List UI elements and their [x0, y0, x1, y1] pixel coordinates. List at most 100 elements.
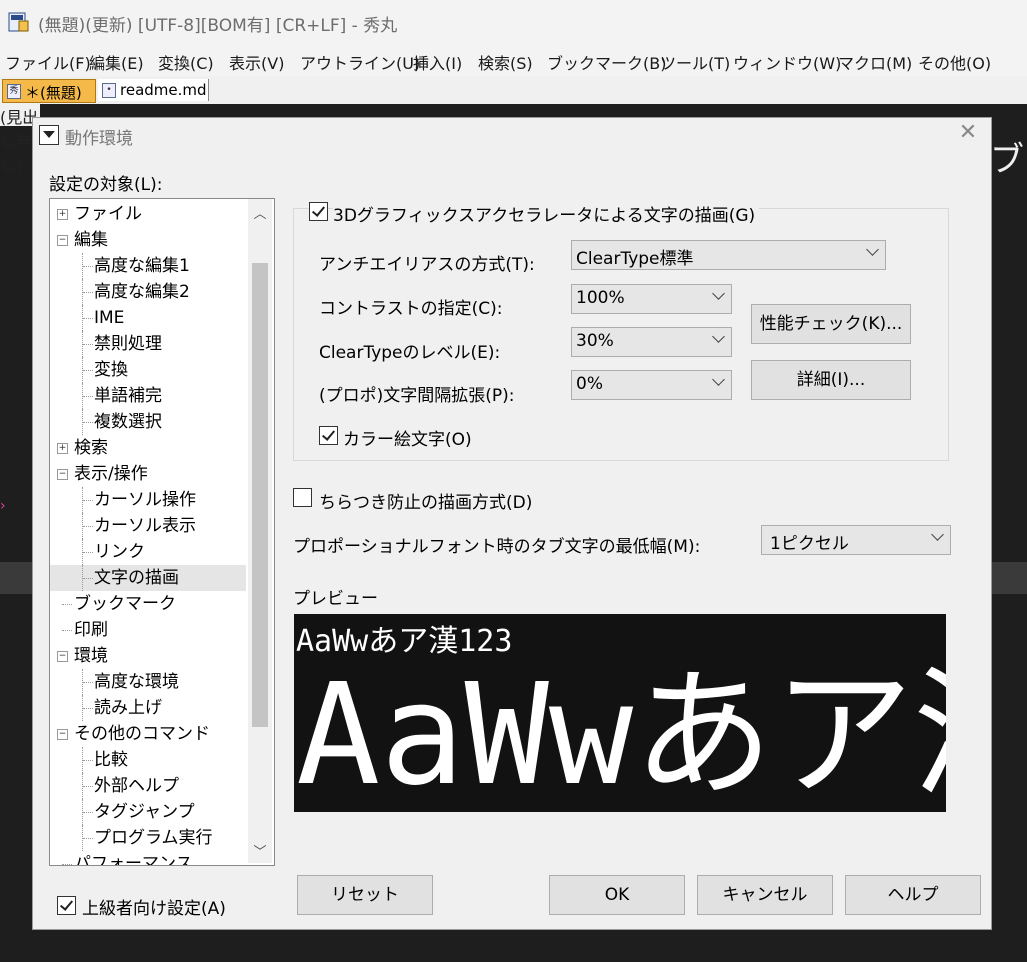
tree-item[interactable]: リンク — [50, 539, 246, 565]
tree-item[interactable]: 高度な編集1 — [50, 253, 246, 279]
tree-item-label: 単語補完 — [94, 386, 162, 406]
collapse-icon[interactable]: − — [57, 729, 68, 740]
tree-item[interactable]: IME — [50, 305, 246, 331]
menu-bar: ファイル(F) 編集(E) 変換(C) 表示(V) アウトライン(U) 挿入(I… — [0, 44, 1027, 76]
cleartype-level-value: 30% — [576, 331, 614, 351]
tab-readme[interactable]: • readme.md — [98, 79, 209, 101]
tree-item-label: 比較 — [94, 750, 128, 770]
contrast-select[interactable]: 100% — [571, 284, 732, 314]
antialias-select[interactable]: ClearType標準 — [571, 240, 886, 270]
perf-check-button[interactable]: 性能チェック(K)... — [751, 304, 911, 344]
settings-tree[interactable]: + ファイル − 編集高度な編集1 高度な編集2 IME 禁則処理変換単語補完複数選択 + 検索… — [49, 198, 275, 866]
cleartype-level-select[interactable]: 30% — [571, 327, 732, 357]
menu-tools[interactable]: ツール(T) — [660, 50, 730, 74]
advanced-label[interactable]: 上級者向け設定(A) — [82, 894, 226, 919]
tree-item[interactable]: タグジャンプ — [50, 799, 246, 825]
menu-bookmark[interactable]: ブックマーク(B) — [547, 50, 666, 74]
spacing-value: 0% — [576, 374, 603, 394]
spacing-label: (プロポ)文字間隔拡張(P): — [319, 386, 515, 406]
hw-accel-label[interactable]: 3Dグラフィックスアクセラレータによる文字の描画(G) — [333, 201, 760, 226]
tree-item[interactable]: 印刷 — [50, 617, 246, 643]
menu-insert[interactable]: 挿入(I) — [413, 50, 462, 74]
tree-connector — [83, 682, 93, 683]
tree-scrollbar[interactable]: ︿ ﹀ — [248, 199, 272, 863]
details-button[interactable]: 詳細(I)... — [751, 360, 911, 400]
menu-search[interactable]: 検索(S) — [478, 50, 533, 74]
tree-item-label: 高度な環境 — [94, 672, 179, 692]
menu-macro[interactable]: マクロ(M) — [838, 50, 912, 74]
spacing-select[interactable]: 0% — [571, 370, 732, 400]
tree-item[interactable]: 文字の描画 — [50, 565, 246, 591]
expand-icon[interactable]: + — [57, 443, 68, 454]
tree-item[interactable]: − 環境 — [50, 643, 246, 669]
menu-file[interactable]: ファイル(F) — [5, 50, 91, 74]
menu-window[interactable]: ウィンドウ(W) — [733, 50, 841, 74]
tree-item-label: パフォーマンス — [74, 854, 193, 866]
contrast-value: 100% — [576, 288, 625, 308]
tab-untitled[interactable]: 秀 ＊(無題) — [2, 79, 96, 103]
tree-item[interactable]: 禁則処理 — [50, 331, 246, 357]
tree-item[interactable]: ブックマーク — [50, 591, 246, 617]
collapse-icon[interactable]: − — [57, 235, 68, 246]
tree-item[interactable]: 読み上げ — [50, 695, 246, 721]
scroll-thumb[interactable] — [252, 263, 268, 727]
tree-item-label: 高度な編集1 — [94, 256, 190, 276]
tree-item[interactable]: 高度な編集2 — [50, 279, 246, 305]
reset-button[interactable]: リセット — [297, 875, 433, 915]
tree-item-label: ブックマーク — [74, 594, 176, 614]
collapse-icon[interactable]: − — [57, 469, 68, 480]
chevron-down-icon — [866, 243, 879, 256]
editor-background-text: ブ — [990, 140, 1024, 180]
close-icon[interactable]: ✕ — [956, 121, 980, 145]
advanced-checkbox[interactable] — [57, 896, 76, 915]
menu-view[interactable]: 表示(V) — [229, 50, 284, 74]
help-button[interactable]: ヘルプ — [845, 875, 981, 915]
tree-item[interactable]: カーソル表示 — [50, 513, 246, 539]
scroll-down-icon[interactable]: ﹀ — [248, 841, 272, 863]
menu-other[interactable]: その他(O) — [918, 50, 991, 74]
tab-min-width-select[interactable]: 1ピクセル — [761, 525, 951, 555]
antialias-label: アンチエイリアスの方式(T): — [319, 255, 535, 275]
tree-item-label: 禁則処理 — [94, 334, 162, 354]
chevron-down-icon — [712, 373, 725, 386]
tree-item[interactable]: + ファイル — [50, 201, 246, 227]
document-icon: 秀 — [7, 84, 21, 99]
chevron-down-icon — [712, 287, 725, 300]
tree-item[interactable]: 外部ヘルプ — [50, 773, 246, 799]
tree-item-label: その他のコマンド — [74, 724, 210, 744]
tree-item-label: 環境 — [74, 646, 108, 666]
tree-connector — [83, 526, 93, 527]
tree-item[interactable]: − その他のコマンド — [50, 721, 246, 747]
tree-item[interactable]: プログラム実行 — [50, 825, 246, 851]
contrast-label: コントラストの指定(C): — [319, 299, 503, 319]
collapse-icon[interactable]: − — [57, 651, 68, 662]
tree-item[interactable]: パフォーマンス — [50, 851, 246, 866]
hw-accel-checkbox[interactable] — [309, 202, 328, 221]
tree-item-label: 複数選択 — [94, 412, 162, 432]
color-emoji-label[interactable]: カラー絵文字(O) — [343, 425, 472, 450]
tree-item[interactable]: − 表示/操作 — [50, 461, 246, 487]
scroll-up-icon[interactable]: ︿ — [248, 203, 272, 225]
tree-item[interactable]: 高度な環境 — [50, 669, 246, 695]
system-menu-icon[interactable] — [39, 125, 59, 145]
tree-item[interactable]: 単語補完 — [50, 383, 246, 409]
tree-item[interactable]: 比較 — [50, 747, 246, 773]
tree-item[interactable]: + 検索 — [50, 435, 246, 461]
cancel-button[interactable]: キャンセル — [697, 875, 833, 915]
expand-icon[interactable]: + — [57, 209, 68, 220]
tree-item[interactable]: カーソル操作 — [50, 487, 246, 513]
tree-connector — [83, 292, 93, 293]
menu-convert[interactable]: 変換(C) — [158, 50, 214, 74]
tree-item[interactable]: 複数選択 — [50, 409, 246, 435]
tree-item-label: カーソル表示 — [94, 516, 196, 536]
menu-edit[interactable]: 編集(E) — [89, 50, 144, 74]
tree-item[interactable]: 変換 — [50, 357, 246, 383]
ok-button[interactable]: OK — [549, 875, 685, 915]
color-emoji-checkbox[interactable] — [319, 426, 338, 445]
tree-item[interactable]: − 編集 — [50, 227, 246, 253]
menu-outline[interactable]: アウトライン(U) — [300, 50, 420, 74]
tree-item-label: プログラム実行 — [94, 828, 213, 848]
flicker-checkbox[interactable] — [293, 488, 312, 507]
flicker-label[interactable]: ちらつき防止の描画方式(D) — [319, 488, 532, 513]
tree-item-label: 高度な編集2 — [94, 282, 190, 302]
